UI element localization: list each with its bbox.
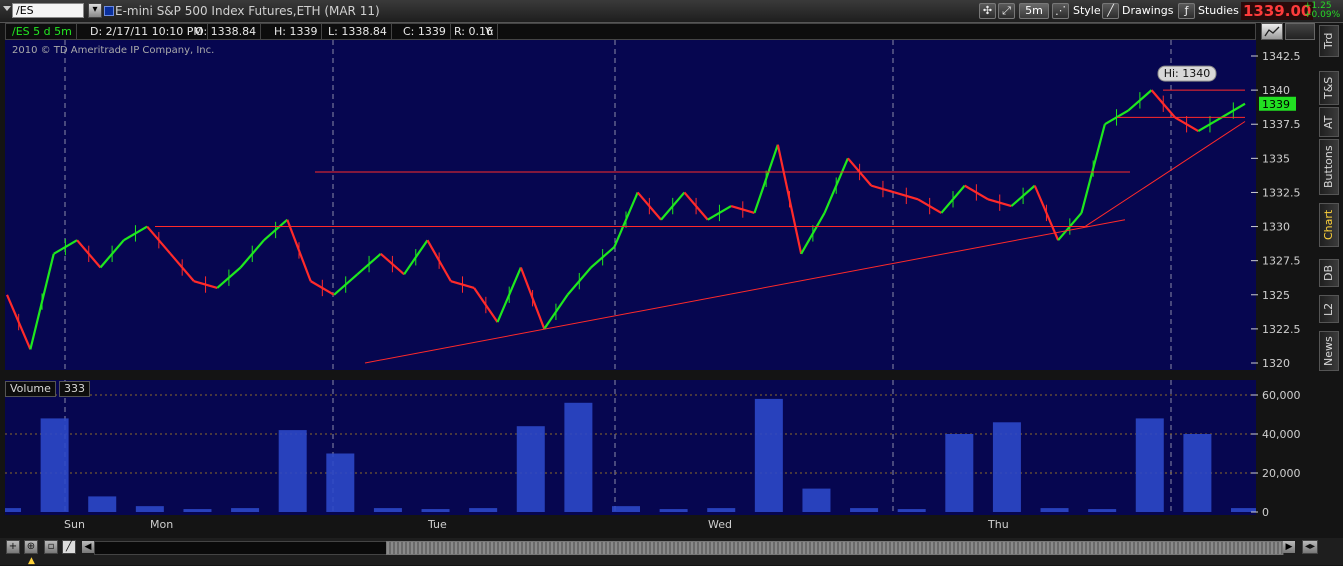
x-axis-label: Mon: [150, 518, 173, 531]
symbol-input[interactable]: /ES: [12, 3, 84, 18]
x-axis-label: Tue: [427, 518, 447, 531]
zoom-in-icon[interactable]: ⊕: [24, 540, 38, 554]
scroll-left-icon[interactable]: ◀: [82, 541, 94, 553]
price-tick-label: 1340: [1262, 84, 1290, 97]
price-tick-label: 1335: [1262, 152, 1290, 165]
crosshair-tool-button[interactable]: ✣: [979, 3, 996, 19]
instrument-title: E-mini S&P 500 Index Futures,ETH (MAR 11…: [115, 4, 380, 18]
zoom-tool-button[interactable]: ⤢: [998, 3, 1015, 19]
volume-tick-label: 60,000: [1262, 389, 1301, 402]
toolbar: /ES ▾ E-mini S&P 500 Index Futures,ETH (…: [0, 0, 1343, 23]
expand-icon[interactable]: +: [6, 540, 20, 554]
price-tick-label: 1332.5: [1262, 186, 1301, 199]
link-icon[interactable]: [104, 6, 114, 16]
expand-horizontal-icon[interactable]: ◂▸: [1302, 540, 1318, 554]
bar-close: C: 1339: [399, 24, 451, 39]
price-tick-label: 1325: [1262, 289, 1290, 302]
chart-settings-icon[interactable]: [1261, 23, 1283, 40]
volume-tick-label: 20,000: [1262, 467, 1301, 480]
axes: 1342.5 1340 1337.5 1335 1332.5 1330 1327.5 1325…: [64, 50, 1301, 531]
bar-date: D: 2/17/11 10:10 PM: [86, 24, 208, 39]
x-axis-label: Thu: [987, 518, 1009, 531]
price-tick-label: 1337.5: [1262, 118, 1301, 131]
x-axis-label: Sun: [64, 518, 85, 531]
price-tick-label: 1342.5: [1262, 50, 1301, 63]
price-tick-label: 1320: [1262, 357, 1290, 370]
scroll-right-icon[interactable]: ▶: [1283, 541, 1295, 553]
chart-type-icon[interactable]: ⋰: [1052, 3, 1069, 19]
bar-low: L: 1338.84: [324, 24, 392, 39]
studies-icon[interactable]: ƒ: [1178, 3, 1195, 19]
bar-y: Y:: [485, 25, 494, 38]
chart-header: /ES 5 d 5m D: 2/17/11 10:10 PM O: 1338.8…: [5, 23, 1256, 40]
bar-high: H: 1339: [270, 24, 323, 39]
draw-line-icon[interactable]: ╱: [62, 540, 76, 554]
scrollbar-thumb[interactable]: [386, 541, 1283, 555]
drawings-icon[interactable]: ╱: [1102, 3, 1119, 19]
volume-tick-label: 0: [1262, 506, 1269, 519]
last-price: 1339.00: [1241, 2, 1314, 20]
bar-open: O: 1338.84: [191, 24, 262, 39]
volume-tick-label: 40,000: [1262, 428, 1301, 441]
share-icon[interactable]: [1285, 23, 1315, 40]
price-tick-label: 1322.5: [1262, 323, 1301, 336]
chevron-down-icon[interactable]: [3, 6, 11, 11]
drawings-menu[interactable]: Drawings: [1122, 4, 1173, 17]
current-price-tag-label: 1339: [1262, 98, 1290, 111]
cursor-icon[interactable]: ▫: [44, 540, 58, 554]
studies-menu[interactable]: Studies: [1198, 4, 1239, 17]
change-percent: +0.09%: [1304, 10, 1341, 20]
symbol-lookup-button[interactable]: ▾: [88, 3, 102, 18]
symbol-period-label: /ES 5 d 5m: [8, 24, 77, 39]
price-tick-label: 1330: [1262, 221, 1290, 234]
style-menu[interactable]: Style: [1073, 4, 1101, 17]
timeframe-button[interactable]: 5m: [1019, 3, 1049, 19]
x-axis-label: Wed: [708, 518, 732, 531]
price-tick-label: 1327.5: [1262, 255, 1301, 268]
